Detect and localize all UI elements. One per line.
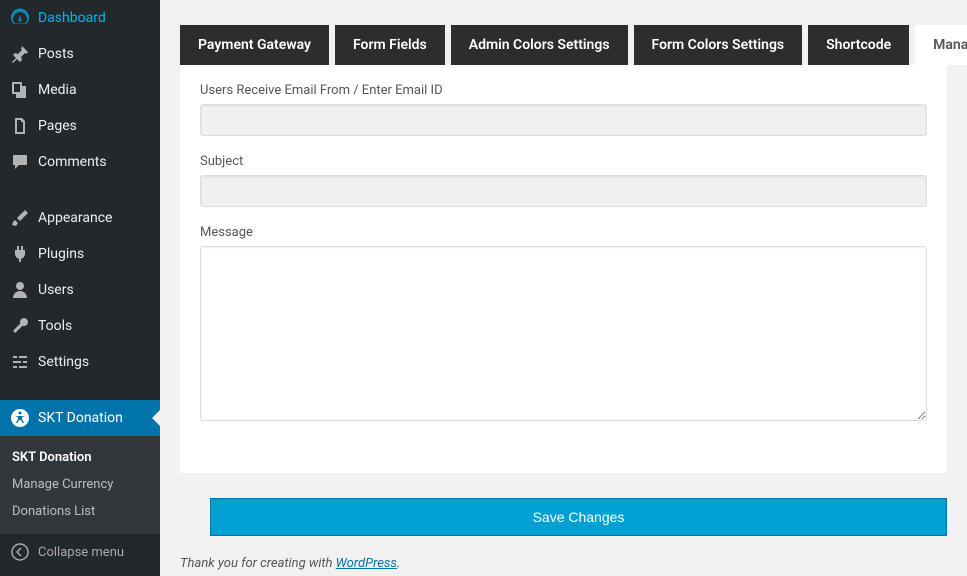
tab-form-colors[interactable]: Form Colors Settings <box>634 25 803 65</box>
email-settings-panel: Users Receive Email From / Enter Email I… <box>180 65 947 473</box>
field-email-from: Users Receive Email From / Enter Email I… <box>200 83 927 136</box>
sidebar-label: Media <box>38 82 77 98</box>
message-textarea[interactable] <box>200 246 927 421</box>
save-changes-button[interactable]: Save Changes <box>210 498 947 536</box>
submenu-item-manage-currency[interactable]: Manage Currency <box>0 471 160 498</box>
sidebar-label: Tools <box>38 318 72 334</box>
sidebar-label: Pages <box>38 118 77 134</box>
subject-input[interactable] <box>200 175 927 207</box>
sidebar-label: Appearance <box>38 210 112 226</box>
sidebar-label: Posts <box>38 46 74 62</box>
pages-icon <box>10 116 30 136</box>
sidebar-label: Users <box>38 282 74 298</box>
sidebar-item-dashboard[interactable]: Dashboard <box>0 0 160 36</box>
sidebar-item-posts[interactable]: Posts <box>0 36 160 72</box>
tab-payment-gateway[interactable]: Payment Gateway <box>180 25 329 65</box>
user-icon <box>10 280 30 300</box>
sidebar-label: Settings <box>38 354 89 370</box>
media-icon <box>10 80 30 100</box>
field-subject: Subject <box>200 154 927 207</box>
field-message: Message <box>200 225 927 425</box>
sidebar-item-comments[interactable]: Comments <box>0 144 160 180</box>
admin-sidebar: Dashboard Posts Media Pages Comments App… <box>0 0 160 576</box>
footer-prefix: Thank you for creating with <box>180 556 336 571</box>
collapse-icon <box>10 542 30 562</box>
tab-admin-colors[interactable]: Admin Colors Settings <box>451 25 628 65</box>
plug-icon <box>10 244 30 264</box>
sidebar-item-pages[interactable]: Pages <box>0 108 160 144</box>
sidebar-item-users[interactable]: Users <box>0 272 160 308</box>
sidebar-item-media[interactable]: Media <box>0 72 160 108</box>
tab-manage-email[interactable]: Manage Email Setting <box>915 25 967 65</box>
sidebar-item-settings[interactable]: Settings <box>0 344 160 380</box>
footer-suffix: . <box>397 556 400 571</box>
footer: Thank you for creating with WordPress. <box>180 536 947 576</box>
email-from-label: Users Receive Email From / Enter Email I… <box>200 83 927 98</box>
comment-icon <box>10 152 30 172</box>
footer-wordpress-link[interactable]: WordPress <box>336 556 397 571</box>
sliders-icon <box>10 352 30 372</box>
pin-icon <box>10 44 30 64</box>
collapse-label: Collapse menu <box>38 545 124 560</box>
tab-form-fields[interactable]: Form Fields <box>335 25 445 65</box>
collapse-menu[interactable]: Collapse menu <box>0 533 160 570</box>
brush-icon <box>10 208 30 228</box>
sidebar-submenu: SKT Donation Manage Currency Donations L… <box>0 436 160 533</box>
tab-shortcode[interactable]: Shortcode <box>808 25 909 65</box>
main-content: Payment Gateway Form Fields Admin Colors… <box>160 0 967 576</box>
sidebar-item-appearance[interactable]: Appearance <box>0 200 160 236</box>
submenu-item-skt-donation[interactable]: SKT Donation <box>0 444 160 471</box>
sidebar-label: Plugins <box>38 246 84 262</box>
submenu-item-donations-list[interactable]: Donations List <box>0 498 160 525</box>
subject-label: Subject <box>200 154 927 169</box>
sidebar-label: Comments <box>38 154 107 170</box>
sidebar-item-skt-donation[interactable]: SKT Donation <box>0 400 160 436</box>
message-label: Message <box>200 225 927 240</box>
sidebar-item-plugins[interactable]: Plugins <box>0 236 160 272</box>
gauge-icon <box>10 8 30 28</box>
sidebar-label: Dashboard <box>38 10 106 26</box>
settings-tabs: Payment Gateway Form Fields Admin Colors… <box>180 25 947 65</box>
email-from-input[interactable] <box>200 104 927 136</box>
sidebar-item-tools[interactable]: Tools <box>0 308 160 344</box>
wrench-icon <box>10 316 30 336</box>
sidebar-label: SKT Donation <box>38 410 123 426</box>
accessibility-icon <box>10 408 30 428</box>
